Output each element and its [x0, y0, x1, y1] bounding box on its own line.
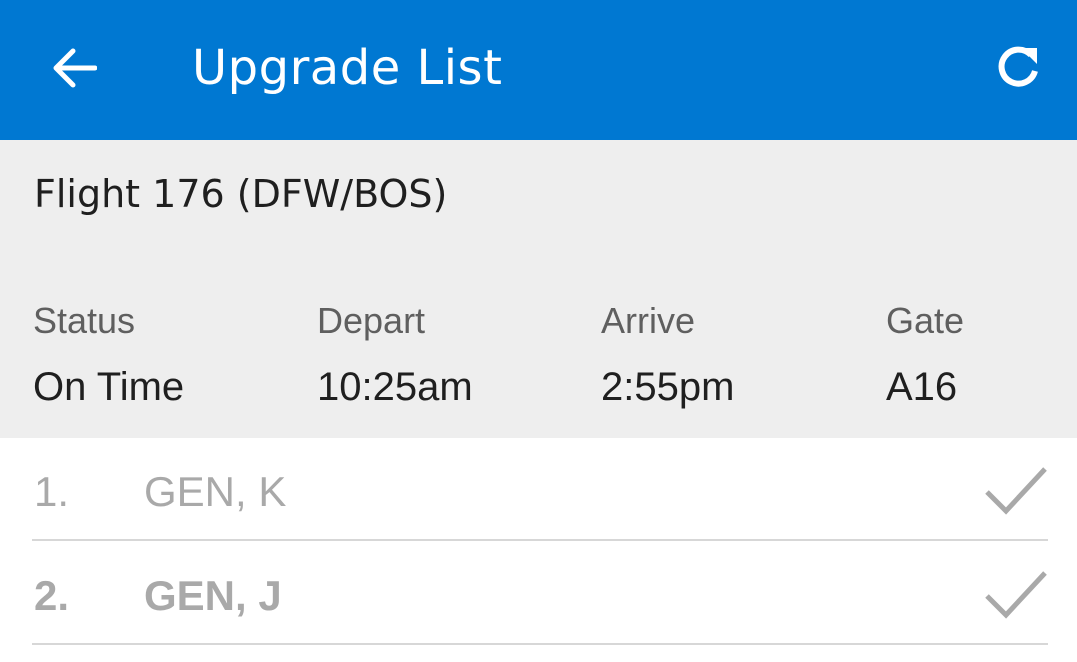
status-value: On Time: [33, 365, 185, 409]
depart-value: 10:25am: [317, 365, 473, 409]
back-button[interactable]: [40, 36, 108, 100]
app-bar: Upgrade List: [0, 0, 1077, 140]
passenger-name: GEN, J: [144, 572, 282, 619]
flight-title: Flight 176 (DFW/BOS): [34, 172, 448, 216]
list-item-number: 1.: [34, 468, 70, 515]
gate-value: A16: [886, 365, 958, 409]
depart-label: Depart: [317, 300, 426, 341]
list-item[interactable]: 1. GEN, K: [32, 438, 1048, 541]
refresh-button[interactable]: [986, 36, 1050, 100]
arrow-left-icon: [53, 48, 97, 88]
arrive-label: Arrive: [601, 300, 696, 341]
status-label: Status: [33, 300, 136, 341]
list-item[interactable]: 2. GEN, J: [32, 542, 1048, 645]
gate-label: Gate: [886, 300, 965, 341]
status-column: Status On Time: [33, 300, 303, 410]
depart-column: Depart 10:25am: [317, 300, 587, 410]
refresh-icon: [998, 46, 1038, 87]
gate-column: Gate A16: [886, 300, 1066, 410]
checkmark-icon: [985, 571, 1047, 619]
passenger-name: GEN, K: [144, 468, 287, 515]
arrive-column: Arrive 2:55pm: [601, 300, 871, 410]
arrive-value: 2:55pm: [601, 365, 735, 409]
checkmark-icon: [985, 467, 1047, 515]
page-title: Upgrade List: [192, 40, 503, 96]
list-item-number: 2.: [34, 572, 70, 619]
flight-info-panel: Flight 176 (DFW/BOS) Status On Time Depa…: [0, 140, 1077, 438]
